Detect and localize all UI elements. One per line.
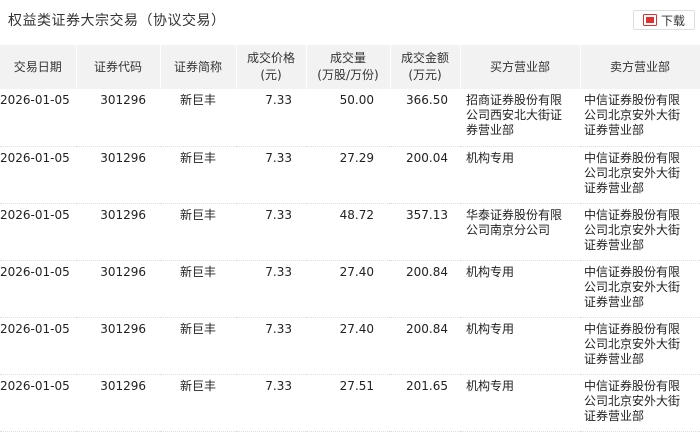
cell-volume: 50.00	[306, 89, 390, 147]
cell-volume: 27.40	[306, 260, 390, 318]
cell-trade-date: 2026-01-05	[0, 89, 76, 147]
cell-security-name: 新巨丰	[160, 203, 236, 261]
cell-security-name: 新巨丰	[160, 260, 236, 318]
table-row: 2026-01-05 301296 新巨丰 7.33 50.00 366.50 招商证券股份…	[0, 89, 700, 147]
cell-amount: 200.84	[390, 317, 460, 375]
cell-security-code: 301296	[76, 89, 160, 147]
cell-price: 7.33	[236, 203, 306, 261]
table-row: 2026-01-05 301296 新巨丰 7.33 27.40 200.84 机构专用 中信…	[0, 260, 700, 318]
cell-price: 7.33	[236, 260, 306, 318]
cell-buyer: 招商证券股份有限公司西安北大街证券营业部	[460, 89, 580, 147]
cell-trade-date: 2026-01-05	[0, 317, 76, 375]
header-buyer: 买方营业部	[460, 45, 581, 89]
cell-security-name: 新巨丰	[160, 317, 236, 375]
cell-price: 7.33	[236, 146, 306, 204]
cell-security-name: 新巨丰	[160, 89, 236, 147]
header-volume: 成交量 (万股/万份)	[306, 45, 391, 89]
table-row: 2026-01-05 301296 新巨丰 7.33 48.72 357.13 华泰证券股份…	[0, 203, 700, 261]
cell-security-code: 301296	[76, 146, 160, 204]
cell-amount: 200.04	[390, 146, 460, 204]
download-icon	[642, 14, 657, 26]
download-label: 下载	[660, 13, 685, 28]
cell-security-code: 301296	[76, 203, 160, 261]
cell-buyer: 机构专用	[460, 146, 580, 204]
cell-amount: 201.65	[390, 374, 460, 432]
cell-price: 7.33	[236, 374, 306, 432]
cell-seller: 中信证券股份有限公司北京安外大街证券营业部	[580, 146, 700, 204]
cell-amount: 366.50	[390, 89, 460, 147]
header-security-name: 证券简称	[160, 45, 237, 89]
trade-table: 交易日期 证券代码 证券简称 成交价格 (元) 成交量 (万股/万份) 成交金额 (万元) 买方营…	[0, 45, 700, 432]
header-seller: 卖方营业部	[580, 45, 700, 89]
header-price: 成交价格 (元)	[236, 45, 307, 89]
cell-trade-date: 2026-01-05	[0, 374, 76, 432]
cell-security-code: 301296	[76, 317, 160, 375]
cell-price: 7.33	[236, 317, 306, 375]
header-trade-date: 交易日期	[0, 45, 77, 89]
table-row: 2026-01-05 301296 新巨丰 7.33 27.40 200.84 机构专用 中信…	[0, 317, 700, 375]
cell-seller: 中信证券股份有限公司北京安外大街证券营业部	[580, 89, 700, 147]
cell-trade-date: 2026-01-05	[0, 260, 76, 318]
cell-volume: 48.72	[306, 203, 390, 261]
page-title: 权益类证券大宗交易（协议交易）	[8, 13, 226, 29]
cell-trade-date: 2026-01-05	[0, 203, 76, 261]
cell-buyer: 机构专用	[460, 317, 580, 375]
cell-buyer: 机构专用	[460, 374, 580, 432]
table-body: 2026-01-05 301296 新巨丰 7.33 50.00 366.50 招商证券股份…	[0, 89, 700, 432]
cell-amount: 200.84	[390, 260, 460, 318]
table-row: 2026-01-05 301296 新巨丰 7.33 27.51 201.65 机构专用 中信…	[0, 374, 700, 432]
header-amount: 成交金额 (万元)	[390, 45, 461, 89]
cell-amount: 357.13	[390, 203, 460, 261]
cell-seller: 中信证券股份有限公司北京安外大街证券营业部	[580, 374, 700, 432]
cell-buyer: 机构专用	[460, 260, 580, 318]
header-security-code: 证券代码	[76, 45, 161, 89]
cell-seller: 中信证券股份有限公司北京安外大街证券营业部	[580, 203, 700, 261]
download-button[interactable]: 下载	[633, 10, 695, 30]
cell-security-name: 新巨丰	[160, 146, 236, 204]
block-trade-table: 交易日期 证券代码 证券简称 成交价格 (元) 成交量 (万股/万份) 成交金额 (万元) 买方营…	[0, 45, 700, 432]
cell-security-name: 新巨丰	[160, 374, 236, 432]
cell-price: 7.33	[236, 89, 306, 147]
cell-buyer: 华泰证券股份有限公司南京分公司	[460, 203, 580, 261]
table-header-row: 交易日期 证券代码 证券简称 成交价格 (元) 成交量 (万股/万份) 成交金额 (万元) 买方营…	[0, 45, 700, 89]
cell-security-code: 301296	[76, 374, 160, 432]
table-row: 2026-01-05 301296 新巨丰 7.33 27.29 200.04 机构专用 中信…	[0, 146, 700, 204]
cell-volume: 27.29	[306, 146, 390, 204]
cell-volume: 27.51	[306, 374, 390, 432]
cell-trade-date: 2026-01-05	[0, 146, 76, 204]
cell-seller: 中信证券股份有限公司北京安外大街证券营业部	[580, 317, 700, 375]
title-bar: 权益类证券大宗交易（协议交易） 下载	[0, 0, 700, 38]
cell-seller: 中信证券股份有限公司北京安外大街证券营业部	[580, 260, 700, 318]
cell-security-code: 301296	[76, 260, 160, 318]
cell-volume: 27.40	[306, 317, 390, 375]
